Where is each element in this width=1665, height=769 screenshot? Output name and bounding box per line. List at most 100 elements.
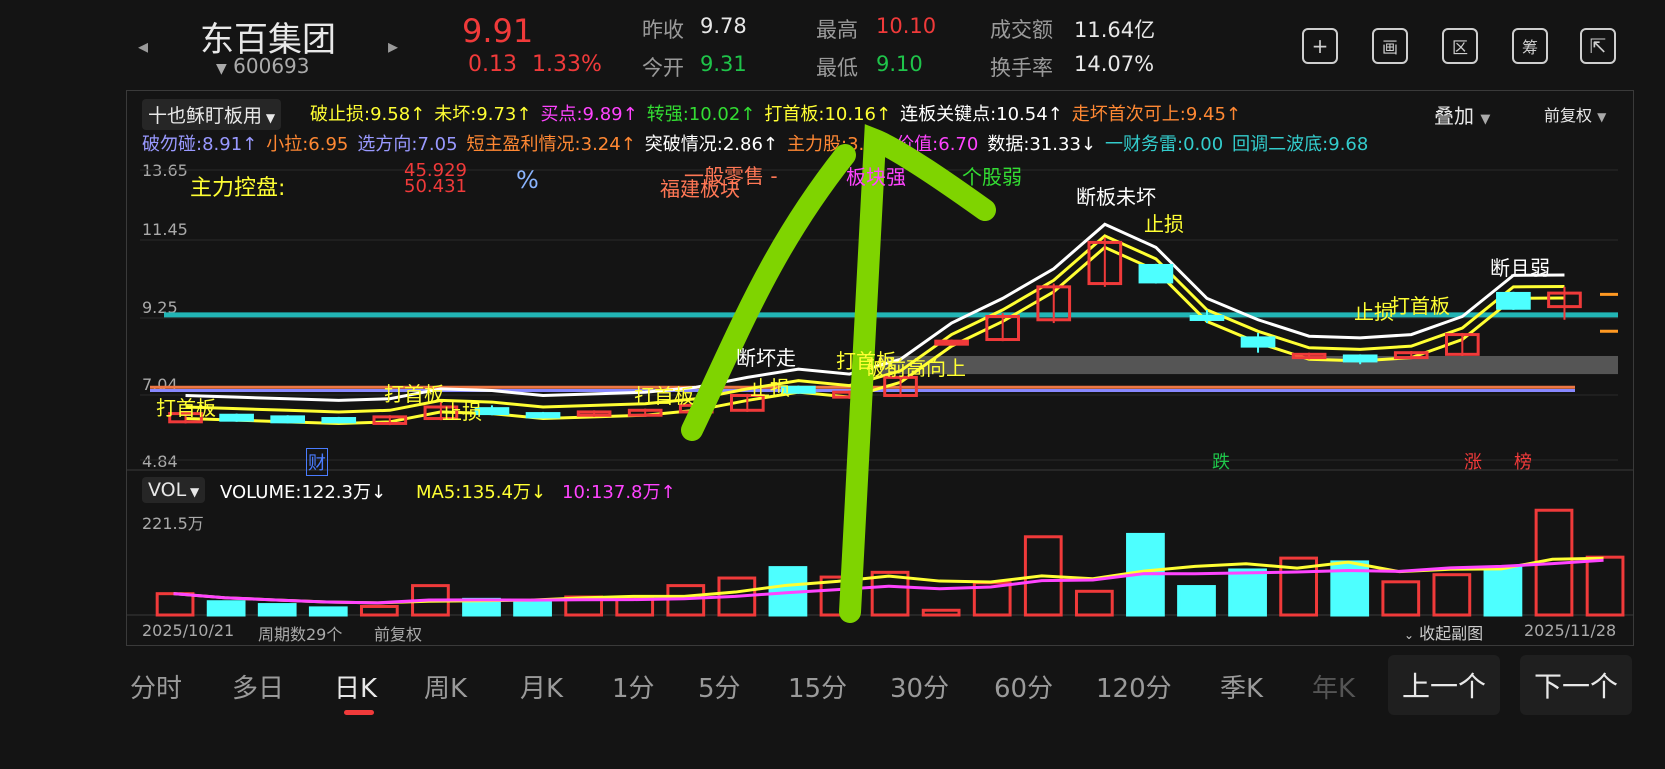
start-date: 2025/10/21	[142, 621, 235, 640]
chart-annotation: 断且弱	[1490, 256, 1550, 280]
indicator-value: 转强:10.02↑	[646, 104, 756, 125]
chart-annotation: 断坏走	[736, 346, 796, 370]
tab-period[interactable]: 多日	[232, 668, 284, 705]
indicator-value: 破勿碰:8.91↑	[142, 134, 258, 155]
indicator-value: 破止损:9.58↑	[310, 104, 426, 125]
price-change: 0.13	[468, 52, 517, 77]
volume-ma10: 10:137.8万↑	[562, 482, 676, 503]
indicator-value: 走坏首次可上:9.45↑	[1071, 104, 1241, 125]
main-force-label: 主力控盘:	[190, 176, 286, 201]
volume-ma5: MA5:135.4万↓	[416, 482, 546, 503]
dropdown-icon: ▼	[1480, 112, 1491, 127]
tab-period[interactable]: 60分	[994, 668, 1053, 705]
chart-annotation: 止损	[1354, 300, 1394, 324]
indicator-value: 回调二波底:9.68	[1232, 134, 1369, 155]
indicator-selector[interactable]: 十也稣盯板用 ▼	[142, 99, 282, 130]
indicator-row-1: 破止损:9.58↑ 未坏:9.73↑ 买点:9.89↑ 转强:10.02↑ 打首板:10…	[310, 100, 1250, 126]
amount-value: 11.64亿	[1074, 18, 1156, 42]
tab-period[interactable]: 5分	[698, 668, 741, 705]
chart-annotation: 止损	[442, 400, 482, 424]
volume-selector[interactable]: VOL ▼	[142, 477, 206, 503]
event-tag[interactable]: 财	[306, 448, 328, 476]
adjust-mode: 前复权	[374, 625, 423, 644]
sector-strength-label: 板块强	[846, 165, 906, 189]
chart-annotation: 止损	[1144, 212, 1184, 236]
price-change-pct: 1.33%	[532, 52, 602, 77]
volume-axis-label: 221.5万	[142, 514, 204, 533]
tab-period[interactable]: 月K	[520, 668, 563, 705]
indicator-value: 买点:9.89↑	[540, 104, 638, 125]
chevron-down-icon: ⌄	[1404, 628, 1415, 642]
volume-value: VOLUME:122.3万↓	[220, 482, 387, 503]
price-axis-label: 9.25	[142, 298, 178, 317]
indicator-row-2: 破勿碰:8.91↑ 小拉:6.95 选方向:7.05 短主盈利情况:3.24↑ 突破情况…	[142, 130, 1377, 156]
tab-period[interactable]: 1分	[612, 668, 655, 705]
end-date: 2025/11/28	[1524, 621, 1617, 640]
collapse-label: 收起副图	[1419, 624, 1484, 643]
indicator-value: 打首板:10.16↑	[764, 104, 892, 125]
indicator-value: 主力股:3.21	[787, 134, 888, 155]
percent-sign: %	[516, 166, 539, 194]
period-count: 周期数29个	[258, 625, 343, 644]
chart-annotation: 打首板	[384, 382, 444, 406]
tab-period[interactable]: 分时	[130, 668, 182, 705]
tab-period[interactable]: 年K	[1312, 668, 1355, 705]
open-label: 今开	[642, 56, 684, 80]
next-button[interactable]: 下一个	[1520, 655, 1632, 715]
indicator-value: 短主盈利情况:3.24↑	[466, 134, 636, 155]
event-tag[interactable]: 跌	[1212, 448, 1230, 474]
price-axis-label: 13.65	[142, 161, 188, 180]
range-button[interactable]: 区	[1442, 28, 1478, 64]
indicator-value: 一财务雷:0.00	[1105, 134, 1224, 155]
event-tag[interactable]: 榜	[1514, 448, 1532, 474]
indicator-selector-label: 十也稣盯板用	[148, 105, 263, 127]
low-label: 最低	[816, 56, 858, 80]
indicator-value: 未坏:9.73↑	[434, 104, 532, 125]
volume-selector-label: VOL	[148, 479, 187, 501]
turnover-label: 换手率	[990, 56, 1053, 80]
price-axis-label: 4.84	[142, 452, 178, 471]
indicator-value: 连板关键点:10.54↑	[900, 104, 1063, 125]
dropdown-icon: ▼	[262, 111, 276, 125]
chips-button[interactable]: 筹	[1512, 28, 1548, 64]
adjust-dropdown[interactable]: 前复权 ▼	[1544, 102, 1606, 126]
high-label: 最高	[816, 18, 858, 42]
sector-label: 一般零售 -	[684, 164, 778, 188]
chart-annotation: 打首板	[634, 384, 694, 408]
price-axis-label: 11.45	[142, 220, 188, 239]
dropdown-icon: ▼	[216, 61, 227, 77]
current-price: 9.91	[462, 12, 534, 50]
next-stock-arrow[interactable]: ▸	[388, 34, 398, 58]
tab-period[interactable]: 季K	[1220, 668, 1263, 705]
amount-label: 成交额	[990, 18, 1053, 42]
chart-annotation: 打首板	[1390, 294, 1450, 318]
collapse-subchart-button[interactable]: ⌄ 收起副图	[1404, 620, 1483, 644]
high-value: 10.10	[876, 14, 937, 38]
stock-code[interactable]: ▼ 600693	[216, 54, 310, 78]
prev-close-label: 昨收	[642, 18, 684, 42]
chart-annotation: 破前高向上	[866, 356, 966, 380]
tab-period[interactable]: 周K	[424, 668, 467, 705]
tab-period[interactable]: 日K	[334, 668, 377, 705]
prev-stock-arrow[interactable]: ◂	[138, 34, 148, 58]
active-tab-indicator	[344, 710, 374, 715]
stock-code-text: 600693	[233, 54, 310, 78]
tab-period[interactable]: 15分	[788, 668, 847, 705]
draw-button[interactable]: 画	[1372, 28, 1408, 64]
dropdown-icon: ▼	[186, 485, 200, 499]
add-watchlist-button[interactable]: +	[1302, 28, 1338, 64]
chart-annotation: 止损	[750, 376, 790, 400]
chart-annotation: 打首板	[156, 396, 216, 420]
indicator-value: 突破情况:2.86↑	[644, 134, 779, 155]
overlay-label: 叠加	[1434, 104, 1474, 128]
prev-button[interactable]: 上一个	[1388, 655, 1500, 715]
indicator-value: 选方向:7.05	[357, 134, 458, 155]
tab-period[interactable]: 120分	[1096, 668, 1172, 705]
dropdown-icon: ▼	[1597, 110, 1607, 124]
tab-period[interactable]: 30分	[890, 668, 949, 705]
overlay-dropdown[interactable]: 叠加 ▼	[1434, 100, 1490, 129]
indicator-value: 数据:31.33↓	[987, 134, 1097, 155]
event-tag[interactable]: 涨	[1464, 448, 1482, 474]
prev-close-value: 9.78	[700, 14, 747, 38]
rotate-icon[interactable]: ⇱	[1580, 28, 1616, 64]
